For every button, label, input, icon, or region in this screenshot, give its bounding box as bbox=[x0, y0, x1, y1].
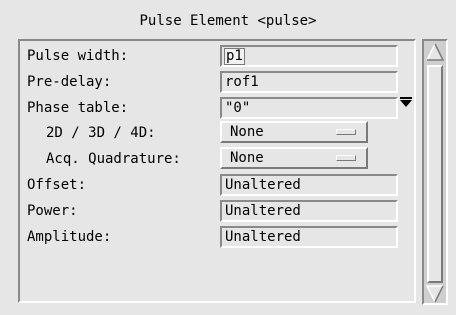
power-label: Power: bbox=[27, 203, 78, 219]
scroll-down-arrow-icon[interactable] bbox=[426, 285, 444, 303]
phase-table-label: Phase table: bbox=[27, 100, 129, 116]
vertical-scrollbar[interactable] bbox=[422, 39, 448, 305]
phase-table-field[interactable]: "0" bbox=[220, 97, 398, 119]
pulse-width-label: Pulse width: bbox=[27, 48, 129, 64]
offset-field[interactable]: Unaltered bbox=[220, 174, 398, 196]
dimension-option-menu[interactable]: None bbox=[220, 121, 368, 143]
dimension-label: 2D / 3D / 4D: bbox=[46, 125, 156, 141]
option-menu-indicator-icon bbox=[336, 155, 356, 161]
scrollbar-thumb[interactable] bbox=[427, 65, 443, 283]
acq-quadrature-value: None bbox=[230, 150, 264, 166]
option-menu-indicator-icon bbox=[336, 129, 356, 135]
power-field[interactable]: Unaltered bbox=[220, 200, 398, 222]
window-title: Pulse Element <pulse> bbox=[139, 13, 317, 29]
acq-quadrature-option-menu[interactable]: None bbox=[220, 147, 368, 169]
amplitude-field[interactable]: Unaltered bbox=[220, 226, 398, 248]
pulse-width-value[interactable]: p1 bbox=[224, 48, 245, 65]
pulse-width-field[interactable]: p1 bbox=[220, 45, 398, 67]
offset-label: Offset: bbox=[27, 177, 87, 193]
pre-delay-field[interactable]: rof1 bbox=[220, 71, 398, 93]
amplitude-label: Amplitude: bbox=[27, 229, 112, 245]
pre-delay-label: Pre-delay: bbox=[27, 74, 112, 90]
scroll-up-arrow-icon[interactable] bbox=[426, 43, 444, 61]
dropdown-arrow-icon[interactable] bbox=[400, 97, 412, 107]
acq-quadrature-label: Acq. Quadrature: bbox=[46, 151, 181, 167]
dimension-value: None bbox=[230, 124, 264, 140]
